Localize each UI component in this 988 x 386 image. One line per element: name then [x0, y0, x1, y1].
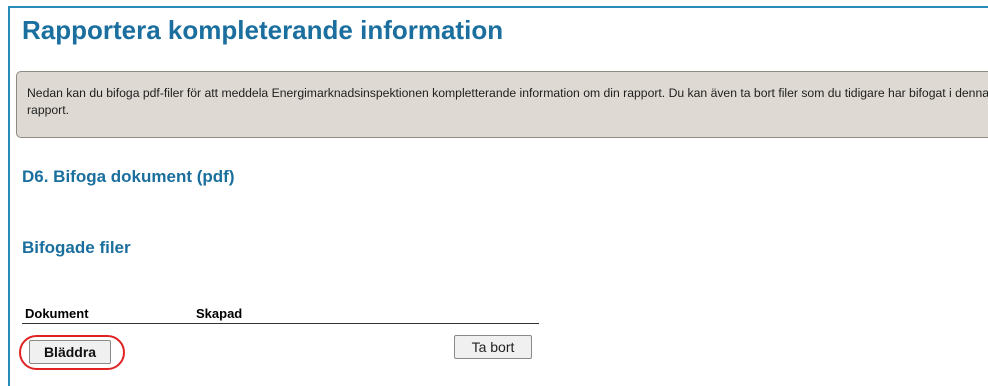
table-header: Dokument Skapad [22, 304, 539, 324]
attached-files-heading: Bifogade filer [22, 238, 131, 257]
remove-button[interactable]: Ta bort [454, 335, 532, 359]
browse-button[interactable]: Bläddra [29, 340, 111, 364]
section-heading: D6. Bifoga dokument (pdf) [22, 167, 235, 186]
column-header-document: Dokument [25, 306, 89, 321]
info-box: Nedan kan du bifoga pdf-filer för att me… [16, 71, 988, 138]
page-title: Rapportera kompleterande information [22, 15, 504, 45]
table-row: Bläddra Ta bort [19, 324, 539, 374]
column-header-created: Skapad [196, 306, 243, 321]
info-text: Nedan kan du bifoga pdf-filer för att me… [27, 86, 988, 117]
attached-files-table: Dokument Skapad Bläddra Ta bort [19, 304, 539, 374]
